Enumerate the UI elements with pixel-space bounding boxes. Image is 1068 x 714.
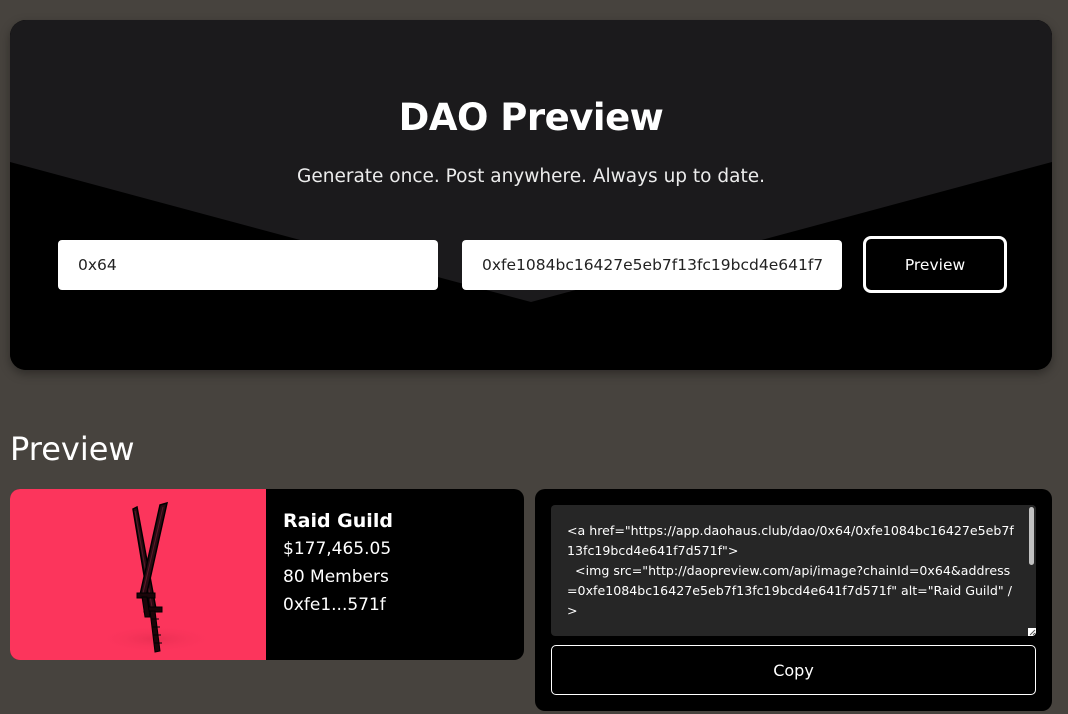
dao-address: 0xfe1...571f: [283, 595, 386, 615]
scrollbar-thumb[interactable]: [1029, 507, 1034, 565]
page-title: DAO Preview: [398, 96, 664, 139]
dao-members: 80 Members: [283, 567, 389, 587]
hero-panel: DAO Preview Generate once. Post anywhere…: [10, 20, 1052, 370]
embed-code-textarea[interactable]: <a href="https://app.daohaus.club/dao/0x…: [551, 505, 1036, 636]
dao-image: [10, 489, 266, 660]
resize-handle-icon[interactable]: [1028, 628, 1036, 636]
dao-treasury: $177,465.05: [283, 539, 392, 559]
embed-code-text[interactable]: <a href="https://app.daohaus.club/dao/0x…: [567, 521, 1014, 621]
crossed-swords-logo-icon: [96, 501, 216, 653]
preview-button[interactable]: Preview: [863, 236, 1007, 293]
hero-background-shape: [10, 20, 1052, 370]
code-scrollbar[interactable]: [1026, 505, 1036, 636]
page-subtitle: Generate once. Post anywhere. Always up …: [297, 166, 765, 187]
chain-id-input[interactable]: [58, 240, 438, 290]
dao-name: Raid Guild: [283, 510, 393, 532]
copy-button[interactable]: Copy: [551, 645, 1036, 695]
preview-section-title: Preview: [10, 430, 135, 468]
dao-info: Raid Guild $177,465.05 80 Members 0xfe1.…: [283, 507, 393, 619]
dao-preview-card: Raid Guild $177,465.05 80 Members 0xfe1.…: [10, 489, 524, 660]
dao-address-input[interactable]: [462, 240, 842, 290]
embed-code-card: <a href="https://app.daohaus.club/dao/0x…: [535, 489, 1052, 711]
